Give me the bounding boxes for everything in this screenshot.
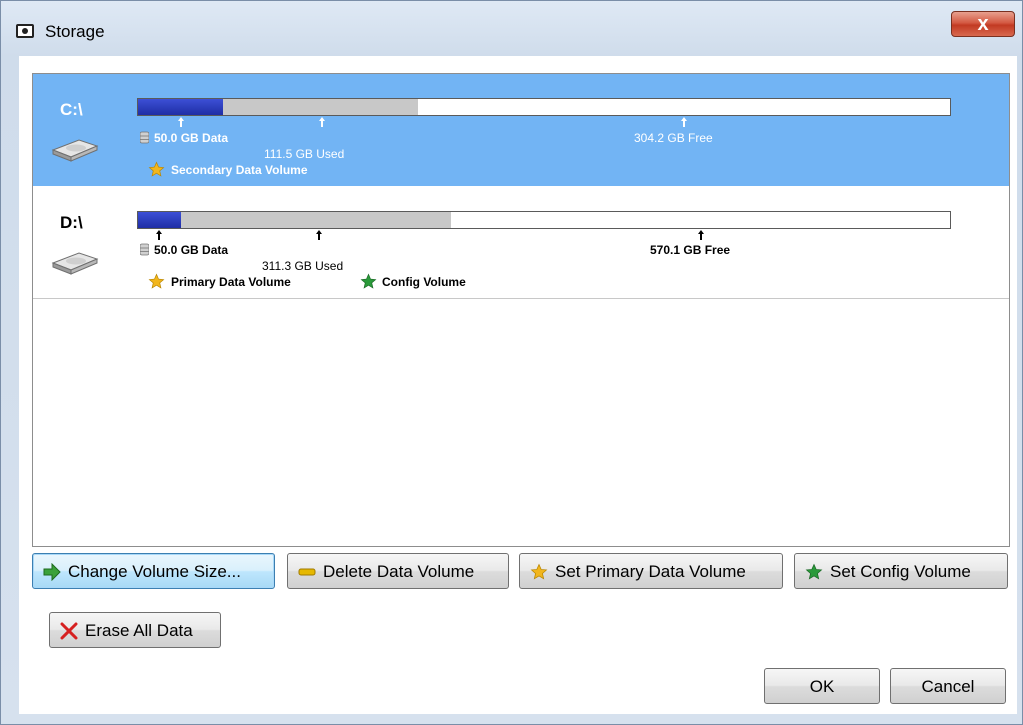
gold-star-icon bbox=[148, 161, 165, 177]
set-primary-data-volume-button[interactable]: Set Primary Data Volume bbox=[519, 553, 783, 589]
free-size-label: 570.1 GB Free bbox=[650, 243, 731, 257]
delete-data-volume-button[interactable]: Delete Data Volume bbox=[287, 553, 509, 589]
used-marker-arrow-icon bbox=[319, 117, 325, 127]
set-config-volume-button[interactable]: Set Config Volume bbox=[794, 553, 1008, 589]
volume-role-label: Config Volume bbox=[382, 275, 466, 289]
data-space-segment bbox=[138, 99, 224, 115]
storage-dialog: Storage x C:\ 50.0 GB Data 111.5 GB Used… bbox=[0, 0, 1023, 725]
volume-role-label: Primary Data Volume bbox=[171, 275, 291, 289]
data-space-segment bbox=[138, 212, 182, 228]
volume-role-label: Secondary Data Volume bbox=[171, 163, 308, 177]
gold-star-icon bbox=[148, 273, 165, 289]
data-size-label: 50.0 GB Data bbox=[154, 243, 229, 257]
button-label: Delete Data Volume bbox=[323, 562, 475, 581]
minus-icon bbox=[298, 568, 316, 576]
button-label: Erase All Data bbox=[85, 621, 193, 640]
button-label: Set Primary Data Volume bbox=[555, 562, 746, 581]
hard-drive-icon bbox=[51, 139, 99, 162]
dialog-content: C:\ 50.0 GB Data 111.5 GB Used 304.2 GB … bbox=[19, 56, 1017, 714]
data-marker-arrow-icon bbox=[156, 230, 162, 240]
volume-list[interactable]: C:\ 50.0 GB Data 111.5 GB Used 304.2 GB … bbox=[32, 73, 1010, 547]
green-star-icon bbox=[360, 273, 377, 289]
title-bar[interactable]: Storage x bbox=[1, 1, 1022, 49]
button-label: Cancel bbox=[921, 677, 975, 696]
free-marker-arrow-icon bbox=[698, 230, 704, 240]
gold-star-icon bbox=[530, 563, 548, 580]
cancel-button[interactable]: Cancel bbox=[890, 668, 1006, 704]
used-space-segment bbox=[138, 212, 452, 228]
used-size-label: 311.3 GB Used bbox=[262, 259, 344, 273]
close-button[interactable]: x bbox=[951, 11, 1015, 37]
green-arrow-icon bbox=[43, 563, 61, 581]
window-title: Storage bbox=[45, 22, 105, 41]
used-size-label: 111.5 GB Used bbox=[264, 147, 345, 161]
used-marker-arrow-icon bbox=[316, 230, 322, 240]
storage-window-icon bbox=[16, 24, 34, 38]
drive-letter: D:\ bbox=[60, 213, 83, 232]
drive-letter: C:\ bbox=[60, 100, 83, 119]
button-label: Set Config Volume bbox=[830, 562, 971, 581]
volume-row-c[interactable]: C:\ 50.0 GB Data 111.5 GB Used 304.2 GB … bbox=[33, 74, 1009, 186]
capacity-bar bbox=[137, 211, 951, 229]
free-size-label: 304.2 GB Free bbox=[634, 131, 713, 145]
capacity-bar bbox=[137, 98, 951, 116]
data-marker-arrow-icon bbox=[178, 117, 184, 127]
data-size-label: 50.0 GB Data bbox=[154, 131, 229, 145]
button-label: Change Volume Size... bbox=[68, 562, 241, 581]
volume-row-d[interactable]: D:\ 50.0 GB Data 311.3 GB Used 570.1 GB … bbox=[33, 187, 1009, 299]
change-volume-size-button[interactable]: Change Volume Size... bbox=[32, 553, 275, 589]
erase-all-data-button[interactable]: Erase All Data bbox=[49, 612, 221, 648]
green-star-icon bbox=[805, 563, 823, 580]
hard-drive-icon bbox=[51, 252, 99, 275]
database-icon bbox=[140, 243, 149, 256]
free-marker-arrow-icon bbox=[681, 117, 687, 127]
red-x-icon bbox=[60, 622, 78, 640]
database-icon bbox=[140, 131, 149, 144]
button-label: OK bbox=[809, 677, 835, 696]
ok-button[interactable]: OK bbox=[764, 668, 880, 704]
